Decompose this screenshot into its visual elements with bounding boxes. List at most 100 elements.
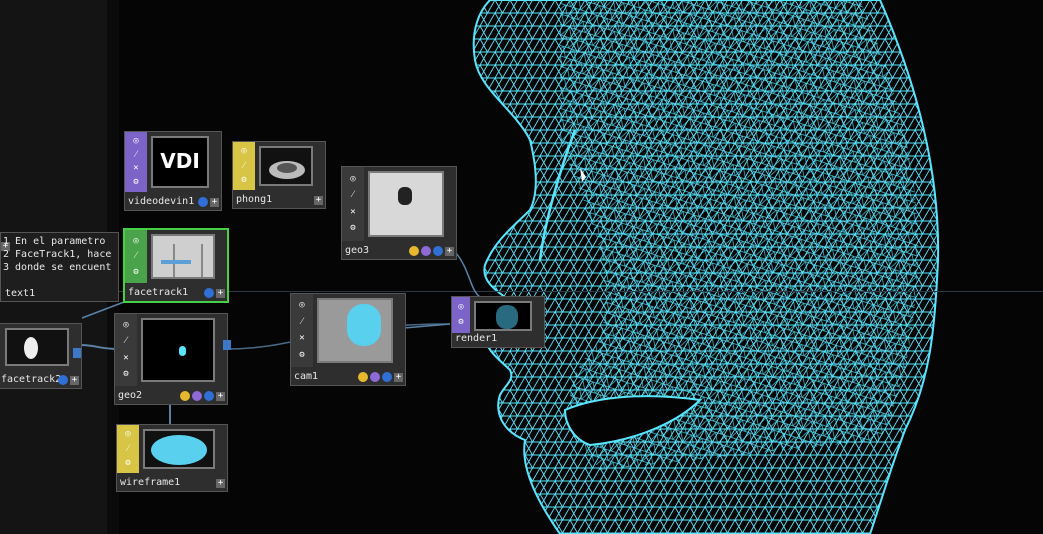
node-label: wireframe1 [120,477,181,488]
viewer-icon[interactable]: ◎ [458,303,463,312]
node-label: phong1 [236,194,273,205]
output-connector[interactable] [223,340,231,350]
node-preview: VDI [151,136,209,188]
viewer-icon[interactable]: ◎ [123,321,128,330]
wand-icon[interactable]: ⁄ [352,191,354,200]
close-icon[interactable]: ✕ [123,353,128,363]
mask-preview-icon [24,337,38,359]
flag-icon[interactable] [409,246,419,256]
render-preview [496,305,518,329]
wire-sphere-preview [151,435,207,465]
node-label: facetrack1 [128,287,189,298]
node-preview [368,171,444,237]
mesh-dot-preview [179,346,186,356]
plus-icon[interactable]: + [394,372,403,382]
cam1-node[interactable]: ◎ ⁄ ✕ ⚙ cam1 + [290,293,406,386]
close-icon[interactable]: ✕ [350,207,355,217]
node-preview [141,318,215,382]
node-preview [317,298,393,363]
node-sidebar: ◎ ⁄ ✕ ⚙ [342,167,364,241]
node-sidebar: ◎ ⁄ ⚙ [233,142,255,190]
plus-icon[interactable]: + [210,197,219,207]
node-label: cam1 [294,371,319,382]
plus-icon[interactable]: + [216,391,225,401]
viewer-icon[interactable]: ◎ [299,301,304,310]
geo3-node[interactable]: ◎ ⁄ ✕ ⚙ geo3 + [341,166,457,260]
network-editor[interactable]: 1 En el parametro 2 FaceTrack1, hace 3 d… [0,0,1043,534]
wire-facetrack2-geo2 [80,344,119,350]
gear-icon[interactable]: ⚙ [133,267,138,277]
node-label: text1 [5,288,36,299]
material-preview-icon [269,161,305,179]
phong1-node[interactable]: ◎ ⁄ ⚙ phong1 + [232,141,326,209]
node-preview [151,234,215,279]
gear-icon[interactable]: ⚙ [125,458,130,468]
close-icon[interactable]: ✕ [133,164,138,173]
wand-icon[interactable]: ⁄ [135,252,137,261]
text1-line: 2 FaceTrack1, hace [3,249,112,260]
gear-icon[interactable]: ⚙ [123,369,128,379]
text1-line: 3 donde se encuent [3,262,112,273]
flag-icon[interactable] [358,372,368,382]
facetrack1-node[interactable]: ◎ ⁄ ⚙ facetrack1 + [123,228,229,303]
viewer-icon[interactable]: ◎ [133,236,138,246]
node-sidebar: ◎ ⁄ ✕ ⚙ [125,132,147,192]
viewer-icon[interactable]: ◎ [125,430,130,439]
flag-icon[interactable] [204,288,214,298]
wand-icon[interactable]: ⁄ [243,161,245,171]
node-label: geo3 [345,245,370,256]
node-sidebar: ◎ ⚙ [452,297,470,333]
node-sidebar: ◎ ⁄ ✕ ⚙ [291,294,313,367]
flag-icon[interactable] [204,391,214,401]
text1-content: 1 En el parametro 2 FaceTrack1, hace 3 d… [3,235,116,274]
wand-icon[interactable]: ⁄ [135,150,137,160]
plus-icon[interactable]: + [314,196,323,205]
plus-icon[interactable]: + [216,288,225,298]
flag-icon[interactable] [180,391,190,401]
flag-icon[interactable] [370,372,380,382]
close-icon[interactable]: ✕ [299,334,304,343]
flag-icon[interactable] [198,197,208,207]
camera-person-preview [398,187,412,205]
gear-icon[interactable]: ⚙ [133,178,138,187]
node-label: geo2 [118,390,143,401]
wand-icon[interactable]: ⁄ [127,444,129,454]
output-connector[interactable] [73,348,81,358]
face-mesh-preview [347,304,381,346]
geo2-node[interactable]: ◎ ⁄ ✕ ⚙ geo2 + [114,313,231,405]
text1-node[interactable]: 1 En el parametro 2 FaceTrack1, hace 3 d… [0,232,119,302]
flag-icon[interactable] [192,391,202,401]
node-sidebar: ◎ ⁄ ⚙ [125,230,147,283]
node-preview [259,146,313,186]
flag-icon[interactable] [421,246,431,256]
render1-node[interactable]: ◎ ⚙ render1 [451,296,545,348]
gear-icon[interactable]: ⚙ [299,350,304,360]
plus-icon[interactable]: + [445,246,454,256]
gear-icon[interactable]: ⚙ [458,318,463,327]
viewer-icon[interactable]: ◎ [350,174,355,184]
node-label: videodevin1 [128,196,195,207]
plus-icon[interactable]: + [216,479,225,488]
wireframe1-node[interactable]: ◎ ⁄ ⚙ wireframe1 + [116,424,228,492]
node-preview [143,429,215,469]
flag-icon[interactable] [382,372,392,382]
flag-icon[interactable] [58,375,68,385]
wand-icon[interactable]: ⁄ [125,337,127,346]
node-label: facetrack2 [1,374,62,385]
node-sidebar: ◎ ⁄ ⚙ [117,425,139,473]
node-label: render1 [455,333,498,344]
viewer-icon[interactable]: ◎ [133,136,138,146]
plus-icon[interactable]: + [70,375,79,385]
node-preview [474,301,532,331]
gear-icon[interactable]: ⚙ [241,175,246,185]
text1-line: 1 En el parametro [3,236,106,247]
facetrack2-node[interactable]: facetrack2 + [0,323,82,389]
viewer-icon[interactable]: ◎ [241,147,246,156]
node-sidebar: ◎ ⁄ ✕ ⚙ [115,314,137,386]
flag-icon[interactable] [433,246,443,256]
gear-icon[interactable]: ⚙ [350,224,355,233]
videodevin1-node[interactable]: ◎ ⁄ ✕ ⚙ VDI videodevin1 + [124,131,222,211]
wand-icon[interactable]: ⁄ [301,317,303,327]
wire-geo3-render [455,252,481,298]
node-preview [5,328,69,366]
